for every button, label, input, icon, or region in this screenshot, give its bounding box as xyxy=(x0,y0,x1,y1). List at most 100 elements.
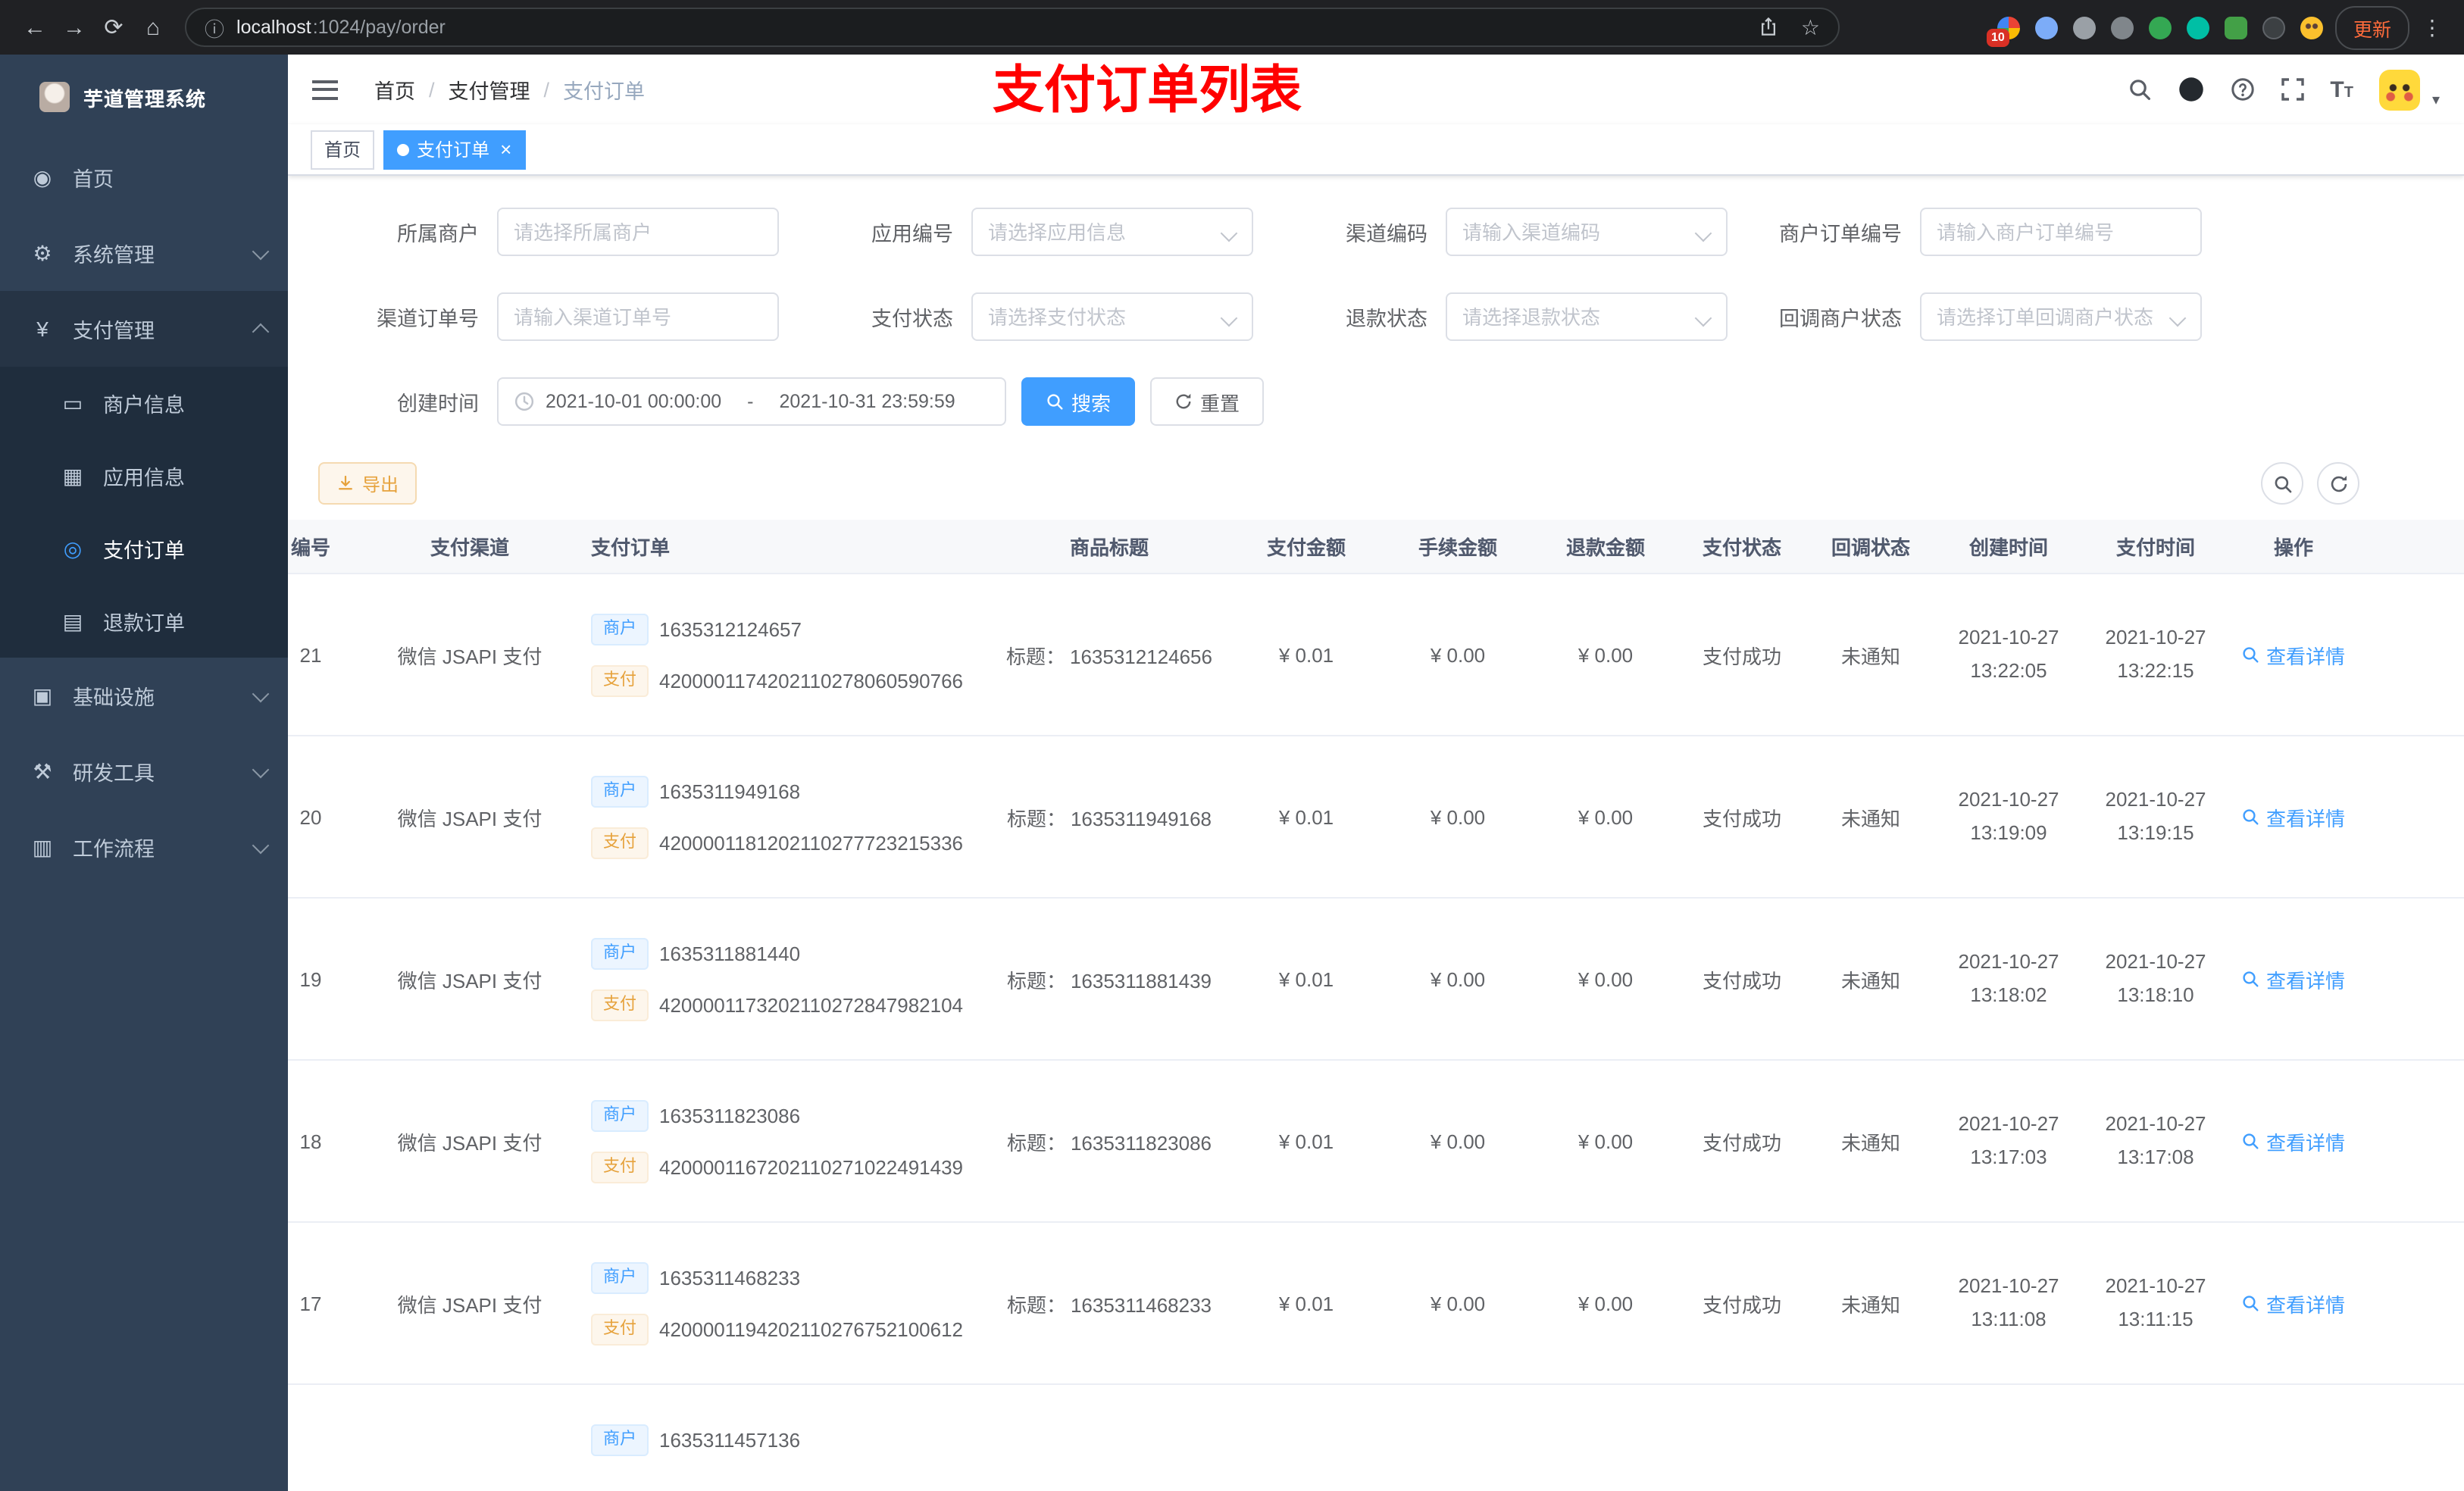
tab-home[interactable]: 首页 xyxy=(311,130,375,169)
extension-icon[interactable] xyxy=(2186,16,2209,39)
pay-tag: 支付 xyxy=(591,827,649,858)
cell-channel: 微信 JSAPI 支付 xyxy=(397,969,543,992)
table-header: 编号 支付渠道 支付订单 商品标题 支付金额 手续金额 退款金额 支付状态 回调… xyxy=(288,520,2464,574)
sidebar-item-refund-order[interactable]: ▤ 退款订单 xyxy=(0,585,288,658)
channel-code-select-field[interactable] xyxy=(1462,220,1690,243)
table-tools xyxy=(2261,462,2359,505)
cell-actions: 查看详情 xyxy=(2229,640,2358,669)
sidebar-item-merchant-info[interactable]: ▭ 商户信息 xyxy=(0,367,288,439)
bookmark-star-icon[interactable]: ☆ xyxy=(1801,17,1820,38)
font-size-icon[interactable]: TT xyxy=(2330,77,2353,102)
browser-home-icon[interactable]: ⌂ xyxy=(133,8,173,47)
table-row: 17 微信 JSAPI 支付 商户 1635311468233 支付 42000… xyxy=(288,1223,2464,1385)
cell-refund: ¥ 0.00 xyxy=(1578,643,1634,666)
date: 2021-10-27 xyxy=(1958,949,2059,973)
title-value: 1635311949168 xyxy=(1070,807,1212,830)
channel-order-no-input[interactable] xyxy=(497,292,779,341)
callback-status-select-field[interactable] xyxy=(1937,305,2164,328)
search-icon[interactable] xyxy=(2127,77,2151,102)
channel-code-select[interactable] xyxy=(1446,208,1728,256)
extension-icon[interactable] xyxy=(2262,16,2285,39)
view-detail-link[interactable]: 查看详情 xyxy=(2242,964,2345,993)
extension-icon[interactable] xyxy=(2148,16,2172,39)
collapse-sidebar-icon[interactable] xyxy=(312,80,338,99)
merchant-order-no: 1635311457136 xyxy=(659,1429,801,1452)
sidebar-item-infrastructure[interactable]: ▣ 基础设施 xyxy=(0,658,288,733)
col-channel: 支付渠道 xyxy=(430,536,509,559)
fullscreen-icon[interactable] xyxy=(2280,77,2304,102)
sidebar-item-pay[interactable]: ¥ 支付管理 xyxy=(0,291,288,367)
col-id: 编号 xyxy=(290,536,330,559)
pay-status-select-field[interactable] xyxy=(988,305,1215,328)
extension-icon[interactable] xyxy=(2300,16,2323,39)
callback-status-select[interactable] xyxy=(1920,292,2202,341)
view-detail-link[interactable]: 查看详情 xyxy=(2242,802,2345,831)
export-button[interactable]: 导出 xyxy=(318,462,417,505)
cell-refund: ¥ 0.00 xyxy=(1578,967,1634,990)
refresh-icon xyxy=(1174,392,1193,411)
extension-icon[interactable] xyxy=(2110,16,2134,39)
close-icon[interactable]: × xyxy=(500,139,511,159)
active-dot xyxy=(397,143,410,155)
merchant-tag: 商户 xyxy=(591,775,649,807)
owner-merchant-input-field[interactable] xyxy=(514,220,762,243)
extension-icon[interactable] xyxy=(2034,16,2058,39)
view-detail-link[interactable]: 查看详情 xyxy=(2242,1127,2345,1155)
breadcrumb-pay-manage[interactable]: 支付管理 xyxy=(449,74,530,105)
channel-order-no-input-field[interactable] xyxy=(514,305,762,328)
search-icon xyxy=(2242,645,2260,664)
search-button[interactable]: 搜索 xyxy=(1021,377,1136,426)
chrome-update-button[interactable]: 更新 xyxy=(2334,5,2409,49)
merchant-order-no-input-field[interactable] xyxy=(1937,220,2185,243)
extension-icon[interactable] xyxy=(2072,16,2096,39)
app-no-select[interactable] xyxy=(971,208,1253,256)
sidebar-item-devtools[interactable]: ⚒ 研发工具 xyxy=(0,733,288,809)
create-time-range-picker[interactable]: 2021-10-01 00:00:00 - 2021-10-31 23:59:5… xyxy=(497,377,1006,426)
view-detail-link[interactable]: 查看详情 xyxy=(2242,640,2345,669)
view-detail-link[interactable]: 查看详情 xyxy=(2242,1289,2345,1318)
refund-status-select-field[interactable] xyxy=(1462,305,1690,328)
merchant-order-line: 商户 1635311457136 xyxy=(591,1424,988,1456)
merchant-order-no: 1635312124657 xyxy=(659,617,802,640)
pay-order-line: 支付 4200001181202110277723215336 xyxy=(591,827,988,858)
url-host: localhost xyxy=(236,17,311,38)
tags-view: 首页 支付订单 × xyxy=(288,124,2464,176)
forward-icon[interactable]: → xyxy=(55,8,94,47)
refresh-table-button[interactable] xyxy=(2317,462,2359,505)
address-bar[interactable]: ⓘ localhost :1024/pay/order ☆ xyxy=(185,8,1840,47)
show-search-toggle-button[interactable] xyxy=(2261,462,2303,505)
extension-icon[interactable]: 10 xyxy=(1986,16,2020,46)
sidebar-item-app-info[interactable]: ▦ 应用信息 xyxy=(0,439,288,512)
merchant-order-no-input[interactable] xyxy=(1920,208,2202,256)
extension-icon[interactable] xyxy=(2224,16,2247,39)
filter-label: 渠道订单号 xyxy=(377,308,479,330)
sidebar-item-workflow[interactable]: ▥ 工作流程 xyxy=(0,809,288,885)
pay-status-select[interactable] xyxy=(971,292,1253,341)
refund-status-select[interactable] xyxy=(1446,292,1728,341)
reload-icon[interactable]: ⟳ xyxy=(94,8,133,47)
back-icon[interactable]: ← xyxy=(15,8,55,47)
site-info-icon[interactable]: ⓘ xyxy=(205,13,224,42)
avatar[interactable] xyxy=(2378,69,2420,110)
app-no-select-field[interactable] xyxy=(988,220,1215,243)
owner-merchant-input[interactable] xyxy=(497,208,779,256)
share-icon[interactable] xyxy=(1759,17,1780,38)
tab-pay-order[interactable]: 支付订单 × xyxy=(383,130,526,169)
merchant-order-line: 商户 1635311881440 xyxy=(591,937,988,969)
time: 13:18:10 xyxy=(2117,983,2194,1006)
caret-down-icon[interactable]: ▾ xyxy=(2432,92,2440,108)
help-icon[interactable] xyxy=(2230,77,2254,102)
app-logo[interactable]: 芋道管理系统 xyxy=(0,55,288,139)
sidebar-item-system[interactable]: ⚙ 系统管理 xyxy=(0,215,288,291)
view-detail-label: 查看详情 xyxy=(2265,1131,2345,1154)
github-icon[interactable] xyxy=(2177,76,2204,103)
chrome-menu-icon[interactable]: ⋮ xyxy=(2416,14,2449,40)
sidebar-item-pay-order[interactable]: ◎ 支付订单 xyxy=(0,512,288,585)
cell-order: 商户 1635311949168 支付 42000011812021102777… xyxy=(576,775,988,858)
breadcrumb-home[interactable]: 首页 xyxy=(374,74,415,105)
orders-table-inner: 编号 支付渠道 支付订单 商品标题 支付金额 手续金额 退款金额 支付状态 回调… xyxy=(288,520,2464,1491)
sidebar-item-home[interactable]: ◉ 首页 xyxy=(0,139,288,215)
card-icon: ▭ xyxy=(62,390,83,414)
reset-button[interactable]: 重置 xyxy=(1150,377,1265,426)
filter-label: 退款状态 xyxy=(1346,308,1427,330)
